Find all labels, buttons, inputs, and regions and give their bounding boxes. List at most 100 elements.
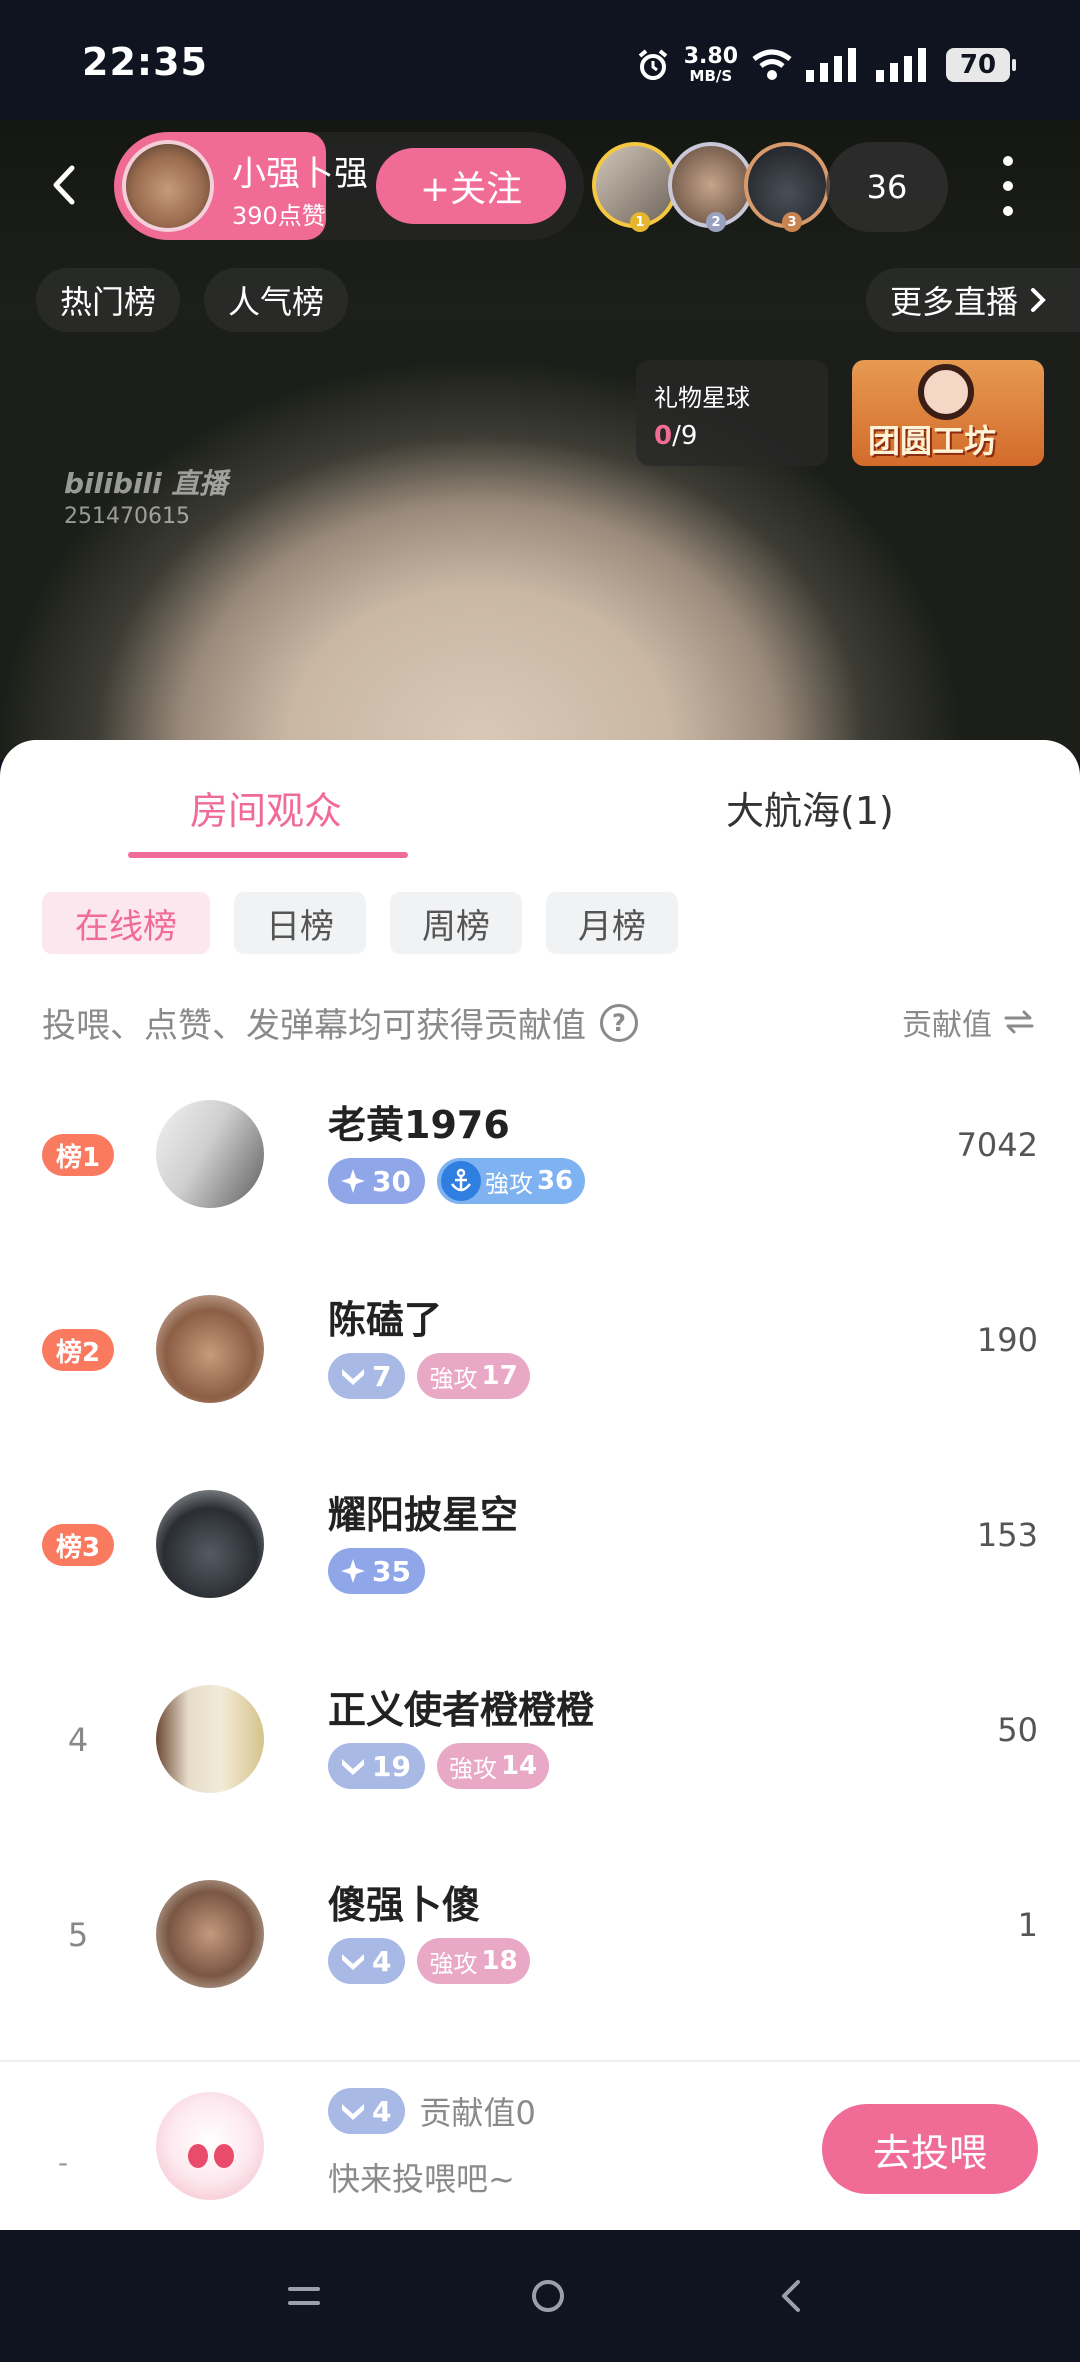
- guard-label: 強攻: [448, 1754, 497, 1783]
- tab-active-indicator: [128, 852, 408, 858]
- tab-fleet[interactable]: 大航海(1): [726, 780, 894, 835]
- badge-group: 30 強攻 36: [328, 1158, 586, 1204]
- system-nav-bar: [0, 2230, 1080, 2362]
- avatar[interactable]: [156, 1100, 264, 1208]
- top-viewer-avatar-2[interactable]: 2: [668, 142, 754, 232]
- subtab-month[interactable]: 月榜: [546, 892, 678, 954]
- signal-icon: [806, 48, 856, 82]
- hot-rank-chip[interactable]: 热门榜: [36, 268, 181, 332]
- guard-badge: 強攻 18: [417, 1938, 530, 1984]
- promo-banner[interactable]: 团圆工坊: [852, 360, 1044, 466]
- badge-group: 7 強攻 17: [328, 1353, 530, 1399]
- streamer-avatar[interactable]: [122, 140, 214, 232]
- badge-group: 4 強攻 18: [328, 1938, 530, 1984]
- fan-medal-icon: [342, 1759, 364, 1775]
- fan-medal-icon: [342, 1954, 364, 1970]
- sort-by-contribution[interactable]: 贡献值: [902, 1000, 1034, 1044]
- popularity-rank-chip[interactable]: 人气榜: [204, 268, 349, 332]
- user-name[interactable]: 正义使者橙橙橙: [328, 1679, 594, 1734]
- user-name[interactable]: 老黄1976: [328, 1094, 510, 1149]
- contribution-score: 50: [997, 1711, 1038, 1749]
- guard-label: 強攻: [429, 1364, 478, 1393]
- fan-level-badge: 35: [328, 1548, 425, 1594]
- hint-text: 投喂、点赞、发弹幕均可获得贡献值: [42, 1006, 586, 1046]
- user-name[interactable]: 傻强卜傻: [328, 1874, 480, 1929]
- swap-icon: [1004, 1010, 1034, 1034]
- fan-medal-icon: [341, 1559, 365, 1583]
- avatar[interactable]: [156, 1880, 264, 1988]
- guard-level: 14: [500, 1751, 538, 1781]
- net-speed-value: 3.80: [683, 44, 738, 69]
- guard-level: 18: [481, 1946, 518, 1976]
- my-contribution-row: - 4 贡献值0 快来投喂吧~ 去投喂: [0, 2060, 1080, 2230]
- table-row[interactable]: 榜3 耀阳披星空 35 153: [0, 1476, 1080, 1616]
- more-options-icon[interactable]: [992, 156, 1024, 216]
- table-row[interactable]: 5 傻强卜傻 4 強攻 18 1: [0, 1866, 1080, 2006]
- streamer-name[interactable]: 小强卜强: [232, 146, 368, 195]
- fan-level: 7: [372, 1359, 392, 1393]
- fan-level-badge: 30: [328, 1158, 425, 1204]
- back-icon[interactable]: [40, 160, 90, 210]
- avatar[interactable]: [156, 1490, 264, 1598]
- guard-badge: 強攻 14: [436, 1743, 550, 1789]
- tab-room-audience[interactable]: 房间观众: [190, 780, 342, 835]
- chevron-right-icon: [1031, 288, 1046, 312]
- fan-level-badge: 4: [328, 1938, 406, 1984]
- promo-banner-text: 团圆工坊: [868, 422, 997, 460]
- medal-1: 1: [630, 212, 650, 232]
- help-icon[interactable]: ?: [600, 1003, 638, 1042]
- fan-medal-icon: [341, 1169, 365, 1193]
- fan-level: 30: [372, 1164, 411, 1198]
- subtab-day[interactable]: 日榜: [234, 892, 366, 954]
- contribution-score: 190: [976, 1321, 1038, 1359]
- avatar-eye-right: [214, 2144, 234, 2168]
- fan-level: 4: [372, 1944, 392, 1978]
- avatar-eye-left: [188, 2144, 208, 2168]
- badge-group: 35: [328, 1548, 425, 1594]
- gift-planet-widget[interactable]: 礼物星球 0/9: [636, 360, 828, 466]
- gift-planet-current: 0: [654, 421, 673, 451]
- status-icons: 3.80 MB/S 70: [636, 40, 1016, 90]
- net-speed-unit: MB/S: [689, 67, 733, 85]
- gift-planet-title: 礼物星球: [654, 384, 750, 412]
- table-row[interactable]: 4 正义使者橙橙橙 19 強攻 14 50: [0, 1671, 1080, 1811]
- subtab-week[interactable]: 周榜: [390, 892, 522, 954]
- viewer-count[interactable]: 36: [826, 142, 948, 232]
- guard-level: 17: [481, 1361, 518, 1391]
- fan-level: 19: [372, 1749, 411, 1783]
- top-viewer-avatar-3[interactable]: 3: [744, 142, 830, 232]
- fan-level-badge: 19: [328, 1743, 425, 1789]
- more-live-chip[interactable]: 更多直播: [866, 268, 1080, 332]
- medal-2: 2: [706, 212, 726, 232]
- back-nav-icon[interactable]: [772, 2276, 812, 2316]
- guard-badge: 強攻 36: [436, 1158, 586, 1204]
- watermark-logo: bilibili 直播: [64, 467, 228, 500]
- follow-button[interactable]: +关注: [376, 148, 566, 224]
- top-viewer-avatar-1[interactable]: 1: [592, 142, 678, 232]
- signal-icon-2: [876, 48, 926, 82]
- my-rank: -: [58, 2146, 69, 2179]
- rank-badge: 榜2: [42, 1329, 114, 1371]
- anchor-icon: [440, 1161, 481, 1201]
- subtab-online[interactable]: 在线榜: [42, 892, 210, 954]
- table-row[interactable]: 榜1 老黄1976 30 強攻 36 7042: [0, 1086, 1080, 1226]
- user-name[interactable]: 陈磕了: [328, 1289, 442, 1344]
- feed-button[interactable]: 去投喂: [822, 2104, 1038, 2194]
- home-icon[interactable]: [528, 2276, 568, 2316]
- contribution-hint: 投喂、点赞、发弹幕均可获得贡献值 ?: [42, 998, 638, 1047]
- fan-level: 35: [372, 1554, 411, 1588]
- rank-number: 5: [67, 1916, 89, 1954]
- user-name[interactable]: 耀阳披星空: [328, 1484, 518, 1539]
- my-avatar[interactable]: [156, 2092, 264, 2200]
- my-badge-group: 4 贡献值0: [328, 2088, 536, 2134]
- avatar[interactable]: [156, 1685, 264, 1793]
- avatar[interactable]: [156, 1295, 264, 1403]
- table-row[interactable]: 榜2 陈磕了 7 強攻 17 190: [0, 1281, 1080, 1421]
- guard-label: 強攻: [429, 1949, 478, 1978]
- my-subtitle: 快来投喂吧~: [328, 2160, 515, 2198]
- bilibili-watermark: bilibili 直播 251470615: [64, 462, 227, 529]
- contribution-score: 7042: [956, 1126, 1038, 1164]
- my-contribution-value: 贡献值0: [419, 2094, 536, 2132]
- menu-icon[interactable]: [284, 2276, 324, 2316]
- rank-badge: 榜3: [42, 1524, 114, 1566]
